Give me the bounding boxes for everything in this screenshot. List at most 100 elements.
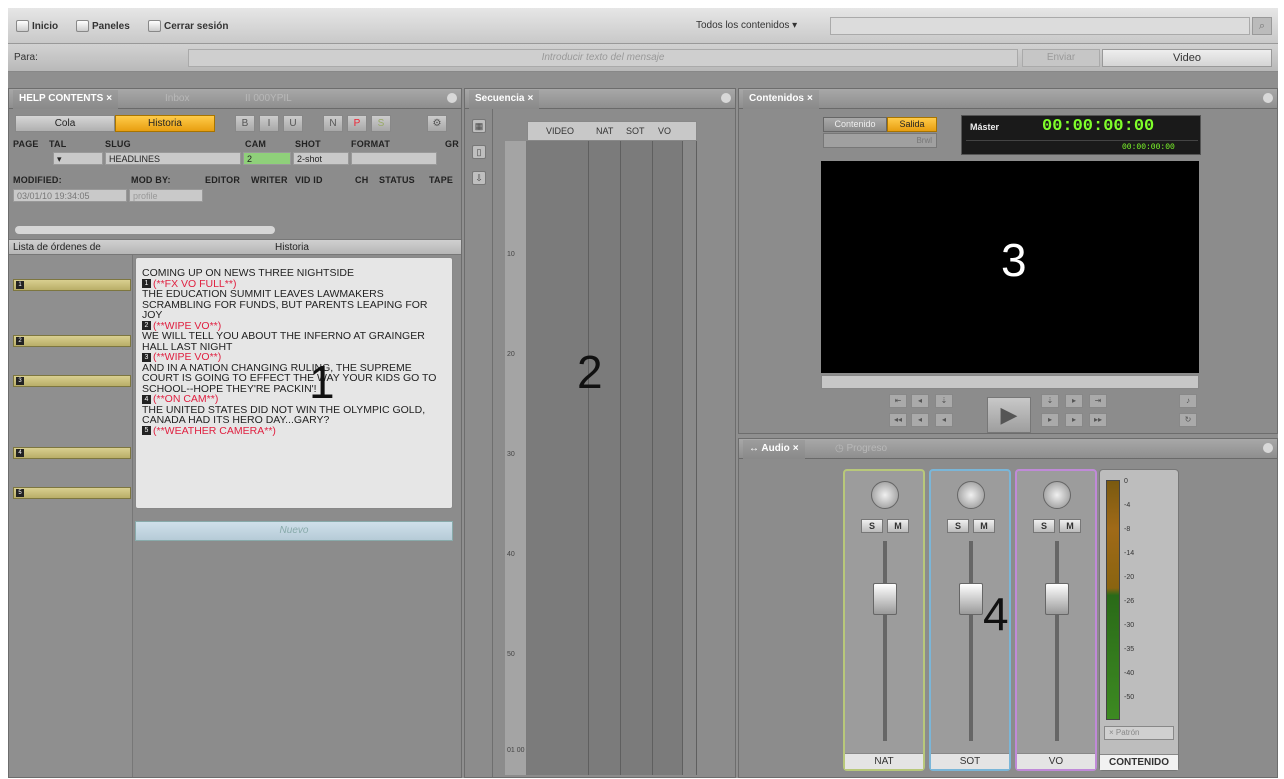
panel-menu-icon[interactable] <box>447 93 457 103</box>
presenter-button[interactable]: P <box>347 115 367 132</box>
tab-contents[interactable]: Contenidos × <box>743 90 819 109</box>
rundown-item[interactable]: 2 <box>13 335 131 347</box>
vo-track[interactable] <box>653 141 683 775</box>
close-icon[interactable]: × <box>106 93 112 104</box>
bold-button[interactable]: B <box>235 115 255 132</box>
normal-button[interactable]: N <box>323 115 343 132</box>
pan-knob[interactable] <box>871 481 899 509</box>
rundown-item[interactable]: 3 <box>13 375 131 387</box>
tab-sequence[interactable]: Secuencia × <box>469 90 540 109</box>
sequence-panel: Secuencia × ▦ ▯ ⇩ VIDEO NAT SOT VO 10 20 … <box>464 88 736 778</box>
tab-queue[interactable]: II 000YPIL <box>239 90 298 109</box>
prev-frame-icon[interactable]: ◂ <box>911 413 929 427</box>
mod-by-field[interactable]: profile <box>129 189 203 202</box>
meter-tick-label: -40 <box>1124 670 1135 677</box>
tab-help-contents[interactable]: HELP CONTENTS × <box>13 90 119 109</box>
modified-field[interactable]: 03/01/10 19:34:05 <box>13 189 127 202</box>
mark-out-icon[interactable]: ⇥ <box>1089 394 1107 408</box>
solo-button[interactable]: S <box>1033 519 1055 533</box>
pattern-button[interactable]: × Patrón <box>1104 726 1174 740</box>
tal-field[interactable]: ▾ <box>53 152 103 165</box>
fader-handle[interactable] <box>959 583 983 615</box>
message-input[interactable]: Introducir texto del mensaje <box>188 49 1018 67</box>
story-text-area[interactable]: COMING UP ON NEWS THREE NIGHTSIDE 1 (**FX … <box>135 257 453 509</box>
solo-button[interactable]: S <box>861 519 883 533</box>
play-icon[interactable]: ▶ <box>987 397 1031 433</box>
tab-progress[interactable]: ◷ Progreso <box>829 440 893 459</box>
rundown-item[interactable]: 5 <box>13 487 131 499</box>
sot-track[interactable] <box>621 141 653 775</box>
meter-tick-label: -35 <box>1124 646 1135 653</box>
panels-button[interactable]: Paneles <box>76 18 130 34</box>
cue-number-badge: 1 <box>142 279 151 289</box>
format-field[interactable] <box>351 152 437 165</box>
content-filter-dropdown[interactable]: Todos los contenidos ▾ <box>690 17 830 35</box>
rundown-item[interactable]: 1 <box>13 279 131 291</box>
output-button[interactable]: Salida <box>887 117 937 132</box>
logout-button[interactable]: Cerrar sesión <box>148 18 228 34</box>
panel-number-label: 4 <box>983 588 1009 640</box>
audio-panel: ↔ Audio× ◷ Progreso S M NAT S M SOT S M <box>738 438 1278 778</box>
mark-in-icon[interactable]: ⇤ <box>889 394 907 408</box>
solo-button[interactable]: S <box>947 519 969 533</box>
cue-number-badge: 3 <box>142 352 151 362</box>
close-icon[interactable]: × <box>807 93 813 104</box>
content-button[interactable]: Contenido <box>823 117 887 132</box>
rewind-icon[interactable]: ◂◂ <box>889 413 907 427</box>
mute-button[interactable]: M <box>973 519 995 533</box>
panel-menu-icon[interactable] <box>1263 443 1273 453</box>
next-icon[interactable]: ▸ <box>1041 413 1059 427</box>
mute-button[interactable]: M <box>887 519 909 533</box>
meter-tick-label: 0 <box>1124 478 1128 485</box>
channel-name: VO <box>1017 753 1095 769</box>
panels-icon <box>76 20 89 32</box>
queue-button[interactable]: Cola <box>15 115 115 132</box>
export-icon[interactable]: ⇩ <box>472 171 486 185</box>
story-button[interactable]: Historia <box>115 115 215 132</box>
video-track[interactable] <box>527 141 589 775</box>
pan-knob[interactable] <box>957 481 985 509</box>
step-forward-icon[interactable]: ▸ <box>1065 394 1083 408</box>
fader-handle[interactable] <box>873 583 897 615</box>
go-out-icon[interactable]: ⇣ <box>1041 394 1059 408</box>
slug-label: SLUG <box>105 139 131 149</box>
next-frame-icon[interactable]: ▸ <box>1065 413 1083 427</box>
home-button[interactable]: Inicio <box>16 18 58 34</box>
tab-audio[interactable]: ↔ Audio × <box>743 440 805 459</box>
new-button[interactable]: Nuevo <box>135 521 453 541</box>
horizontal-scrollbar[interactable] <box>15 226 275 234</box>
cam-field[interactable]: 2 <box>243 152 291 165</box>
audio-icon[interactable]: ♪ <box>1179 394 1197 408</box>
meter-tick-label: -14 <box>1124 550 1135 557</box>
search-icon[interactable]: ⌕ <box>1252 17 1272 35</box>
close-icon[interactable]: × <box>527 93 533 104</box>
fader-track <box>883 541 887 741</box>
loop-icon[interactable]: ↻ <box>1179 413 1197 427</box>
go-in-icon[interactable]: ⇣ <box>935 394 953 408</box>
step-back-icon[interactable]: ◂ <box>911 394 929 408</box>
nat-track[interactable] <box>589 141 621 775</box>
italic-button[interactable]: I <box>259 115 279 132</box>
mute-button[interactable]: M <box>1059 519 1081 533</box>
search-input[interactable] <box>830 17 1250 35</box>
film-icon[interactable]: ▦ <box>472 119 486 133</box>
scrub-bar[interactable] <box>821 375 1199 389</box>
underline-button[interactable]: U <box>283 115 303 132</box>
fader-handle[interactable] <box>1045 583 1069 615</box>
slug-field[interactable]: HEADLINES <box>105 152 241 165</box>
rundown-item[interactable]: 4 <box>13 447 131 459</box>
fast-forward-icon[interactable]: ▸▸ <box>1089 413 1107 427</box>
prev-icon[interactable]: ◂ <box>935 413 953 427</box>
shot-field[interactable]: 2-shot <box>293 152 349 165</box>
settings-icon[interactable]: ⚙ <box>427 115 447 132</box>
tab-inbox[interactable]: Inbox <box>159 90 195 109</box>
send-button[interactable]: Enviar <box>1022 49 1100 67</box>
media-type-dropdown[interactable]: Video <box>1102 49 1272 67</box>
panel-menu-icon[interactable] <box>721 93 731 103</box>
panel-menu-icon[interactable] <box>1263 93 1273 103</box>
close-icon[interactable]: × <box>793 443 799 454</box>
trash-icon[interactable]: ▯ <box>472 145 486 159</box>
pan-knob[interactable] <box>1043 481 1071 509</box>
style-button[interactable]: S <box>371 115 391 132</box>
top-bar: Inicio Paneles Cerrar sesión Todos los c… <box>8 8 1278 44</box>
